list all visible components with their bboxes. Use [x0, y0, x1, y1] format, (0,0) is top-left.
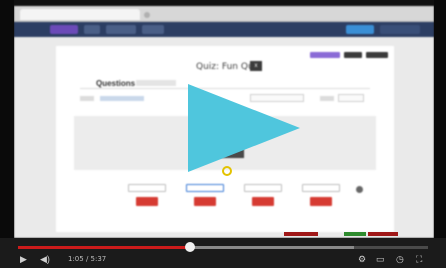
answer-field-3 [244, 184, 282, 192]
letterbox-left [0, 0, 14, 268]
settings-label [320, 96, 334, 101]
answer-field-1 [128, 184, 166, 192]
settings-label [80, 96, 94, 101]
play-overlay-button[interactable] [188, 84, 300, 172]
marker [344, 232, 366, 236]
fullscreen-icon[interactable]: ⛶ [416, 254, 422, 264]
delete-answer-button [194, 197, 216, 206]
settings-icon[interactable]: ⚙ [358, 254, 366, 264]
video-player[interactable]: Quiz: Fun Quiz x Questions 1 ▶ ◀) 1:05 /… [0, 0, 446, 268]
settings-link [100, 96, 144, 101]
player-controls: ▶ ◀) 1:05 / 5:37 ⚙ ▭ ◷ ⛶ [0, 238, 446, 268]
nav-item [106, 25, 136, 34]
add-answer-icon [356, 186, 363, 193]
browser-indicator [144, 12, 150, 18]
letterbox-right [434, 0, 446, 268]
browser-chrome [14, 6, 434, 22]
play-button[interactable]: ▶ [20, 254, 27, 264]
action-button [344, 52, 362, 58]
captions-icon[interactable]: ▭ [376, 254, 385, 264]
nav-account [346, 25, 374, 34]
brand-logo [380, 25, 420, 34]
volume-icon[interactable]: ◀) [40, 254, 50, 264]
progress-bar[interactable] [18, 242, 428, 252]
question-heading: Questions 1 [96, 79, 142, 88]
site-navbar [14, 22, 434, 37]
browser-tab [20, 9, 140, 20]
answer-field-4 [302, 184, 340, 192]
marker [368, 232, 398, 236]
site-logo [50, 25, 78, 34]
top-actions [310, 52, 390, 58]
scrubber-handle[interactable] [185, 242, 196, 252]
delete-answer-button [136, 197, 158, 206]
marker [284, 232, 318, 236]
delete-answer-button [252, 197, 274, 206]
watch-later-icon[interactable]: ◷ [396, 254, 404, 264]
play-icon [188, 84, 300, 172]
delete-answer-button [310, 197, 332, 206]
overlay-markers [284, 232, 414, 236]
action-button [366, 52, 388, 58]
time-display: 1:05 / 5:37 [68, 255, 107, 263]
answer-field-2 [186, 184, 224, 192]
played-bar [18, 246, 191, 249]
nav-item [84, 25, 100, 34]
question-subtitle [136, 80, 176, 86]
answer-options [128, 184, 358, 214]
nav-item [142, 25, 164, 34]
quiz-title-badge: x [250, 61, 262, 71]
action-button [310, 52, 340, 58]
time-limit-select [338, 94, 364, 102]
